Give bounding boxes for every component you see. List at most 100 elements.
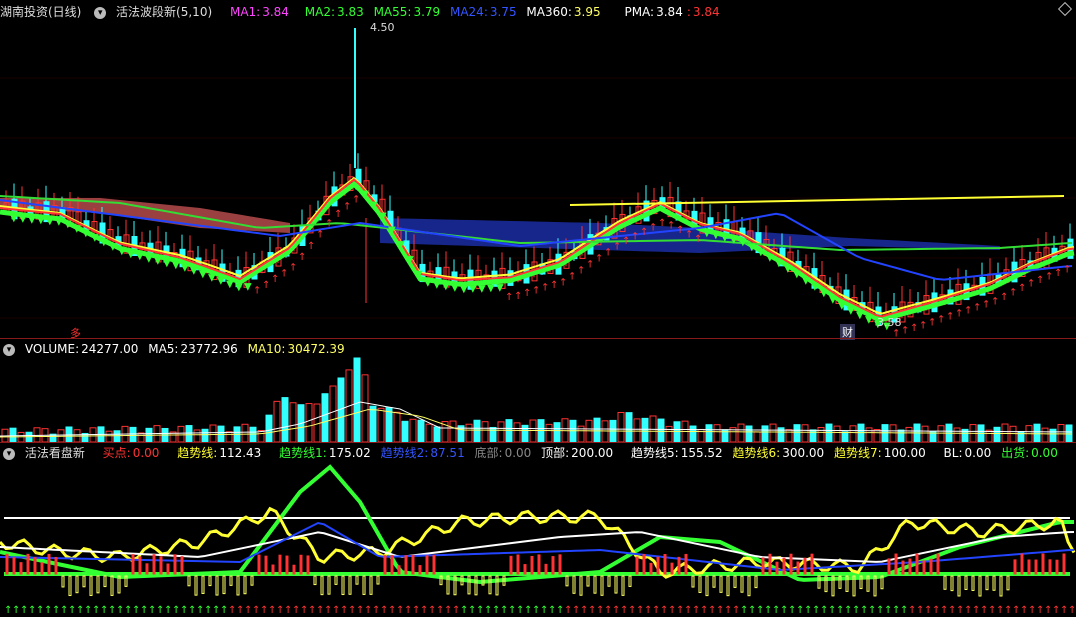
panel-collapse-icon[interactable] — [1057, 1, 1073, 17]
volume-bar — [617, 411, 625, 442]
indicator-bar — [96, 575, 100, 594]
indicator-bar — [131, 554, 135, 575]
indicator-bar — [215, 575, 219, 596]
indicator-bar — [985, 575, 989, 591]
trend-arrow: ▼ — [865, 315, 873, 326]
trend-arrow: ▼ — [388, 225, 396, 236]
indicator-bar — [68, 575, 72, 597]
ma1-label: MA1: — [229, 5, 261, 19]
trend-arrow: ↑ — [577, 266, 585, 277]
indicator-bar — [306, 555, 310, 575]
indicator-bar — [1020, 553, 1024, 575]
indicator-bar — [40, 562, 44, 575]
indicator-bar — [803, 557, 807, 575]
signal-arrow: ↑ — [1068, 605, 1076, 616]
indicator-bar — [1006, 575, 1010, 591]
volume-bar — [417, 419, 425, 442]
indicator-bar — [1055, 559, 1059, 575]
volume-bar — [329, 385, 337, 442]
volume-bar — [489, 426, 497, 442]
bottom-toggle-icon[interactable]: ▾ — [3, 447, 15, 460]
trend-arrow: ↑ — [685, 230, 693, 241]
trend-arrow: ▼ — [820, 288, 828, 299]
indicator-bar — [138, 556, 142, 575]
volume-bar — [177, 425, 185, 442]
volume-bar — [9, 427, 17, 442]
trend-arrow: ↑ — [1027, 279, 1035, 290]
indicator-bar — [894, 553, 898, 575]
ma10-label: MA10: — [247, 342, 286, 356]
indicator-bar — [999, 575, 1003, 597]
trend-arrow: ▼ — [109, 242, 117, 253]
main-panel-header: 湖南投资(日线) ▾ 活法波段新(5,10) MA1: 3.84 MA2: 3.83… — [0, 3, 726, 21]
volume-bar — [801, 424, 809, 442]
indicator-bar — [628, 575, 632, 587]
trend-arrow: ▼ — [190, 266, 198, 277]
indicator-bar — [285, 555, 289, 575]
trend-arrow: ↑ — [1009, 288, 1017, 299]
trend-arrow: ▼ — [739, 237, 747, 248]
trend-arrow: ▼ — [235, 282, 243, 293]
trend-arrow: ▼ — [829, 294, 837, 305]
trend1-value: 175.02 — [328, 446, 371, 460]
trend-arrow: ↑ — [568, 272, 576, 283]
indicator-bar — [362, 575, 366, 595]
indicator-name[interactable]: 活法波段新 — [116, 5, 176, 19]
trend-arrow: ↑ — [991, 297, 999, 308]
indicator-bar — [110, 575, 114, 596]
trend-arrow: ↑ — [973, 303, 981, 314]
indicator-bar — [19, 562, 23, 575]
indicator-bar — [243, 575, 247, 595]
volume-toggle-icon[interactable]: ▾ — [3, 343, 15, 356]
trend-arrow: ▼ — [10, 213, 18, 224]
trend-arrow: ▼ — [397, 240, 405, 251]
indicator-bar — [250, 575, 254, 586]
volume-bar — [689, 425, 697, 442]
indicator-bar — [33, 557, 37, 575]
high-price-label: 4.50 — [370, 21, 395, 34]
ma360-value: 3.95 — [573, 5, 601, 19]
trend-arrow: ↑ — [1045, 271, 1053, 282]
trend-arrow: ↑ — [523, 288, 531, 299]
bottom-title[interactable]: 活法看盘新 — [25, 446, 85, 460]
indicator-bar — [565, 575, 569, 587]
trend-arrow: ▼ — [136, 251, 144, 262]
indicator-bar — [579, 575, 583, 596]
buy-point-label: 买点: — [102, 446, 131, 460]
volume-bar — [817, 427, 825, 442]
trend-arrow: ▼ — [766, 253, 774, 264]
ma55-value: 3.79 — [413, 5, 441, 19]
volume-bar — [209, 424, 217, 442]
trend-arrow: ↑ — [658, 218, 666, 229]
indicator-bar — [201, 575, 205, 594]
pma-sep: : — [686, 5, 691, 19]
trend5-value: 155.52 — [680, 446, 723, 460]
trend-arrow: ↑ — [640, 227, 648, 238]
trend-arrow: ▼ — [757, 247, 765, 258]
trend-arrow: ↑ — [982, 300, 990, 311]
indicator-bar — [621, 575, 625, 596]
trend-arrow: ↑ — [919, 320, 927, 331]
indicator-bar — [768, 553, 772, 575]
volume-bar — [809, 429, 817, 442]
top-value: 200.00 — [571, 446, 614, 460]
bl-value: 0.00 — [964, 446, 992, 460]
indicator-toggle-icon[interactable]: ▾ — [94, 6, 107, 19]
ma1-value: 3.84 — [262, 5, 289, 19]
volume-bar — [193, 429, 201, 442]
volume-bar — [873, 428, 881, 442]
separator-1 — [0, 338, 1076, 339]
volume-bar — [833, 425, 841, 442]
trend-arrow: ↑ — [586, 260, 594, 271]
volume-bar — [377, 407, 385, 442]
indicator-bar — [159, 556, 163, 575]
bottom-panel-header: ▾ 活法看盘新 买点: 0.00 趋势线: 112.43 趋势线1: 175.02 趋… — [0, 444, 1064, 462]
trend-arrow: ▼ — [244, 281, 252, 292]
indicator-bar — [5, 553, 9, 575]
volume-bar — [385, 407, 393, 442]
volume-bar — [497, 421, 505, 442]
volume-bar — [625, 412, 633, 442]
indicator-bar — [992, 575, 996, 591]
volume-bar — [745, 425, 753, 442]
indicator-bar — [922, 560, 926, 575]
